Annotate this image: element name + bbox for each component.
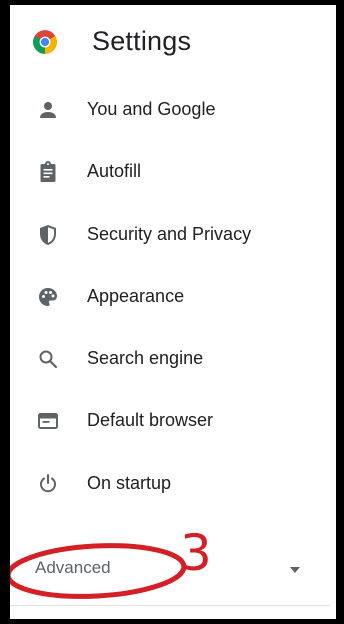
divider [10,605,330,606]
menu-item-security-and-privacy[interactable]: Security and Privacy [10,213,336,275]
settings-menu: You and Google Autofill Security and Pri… [10,88,336,524]
chrome-logo-icon [33,30,57,54]
menu-item-label: Security and Privacy [87,223,252,244]
annotation-number: 3 [180,524,212,582]
settings-header: Settings [10,19,336,67]
person-icon [40,102,56,118]
page-title: Settings [92,26,192,56]
menu-item-label: Search engine [87,348,204,369]
menu-item-on-startup[interactable]: On startup [10,462,336,524]
shield-icon [40,224,56,245]
menu-item-you-and-google[interactable]: You and Google [10,88,336,150]
highlight-ellipse [10,543,187,599]
browser-window-icon [38,413,58,430]
caret-down-icon [290,567,300,573]
menu-item-label: You and Google [87,99,216,119]
menu-item-autofill[interactable]: Autofill [10,150,336,212]
menu-item-label: Autofill [87,161,142,182]
menu-item-search-engine[interactable]: Search engine [10,337,336,399]
settings-panel: Settings You and Google Autofill Securit… [0,0,344,624]
menu-item-label: On startup [87,472,172,493]
search-icon [39,350,58,369]
clipboard-icon [40,161,56,183]
menu-item-label: Appearance [87,285,185,306]
power-icon [40,473,56,492]
menu-item-label: Default browser [87,410,214,431]
palette-icon [39,287,57,306]
menu-item-default-browser[interactable]: Default browser [10,399,336,461]
menu-item-appearance[interactable]: Appearance [10,275,336,337]
